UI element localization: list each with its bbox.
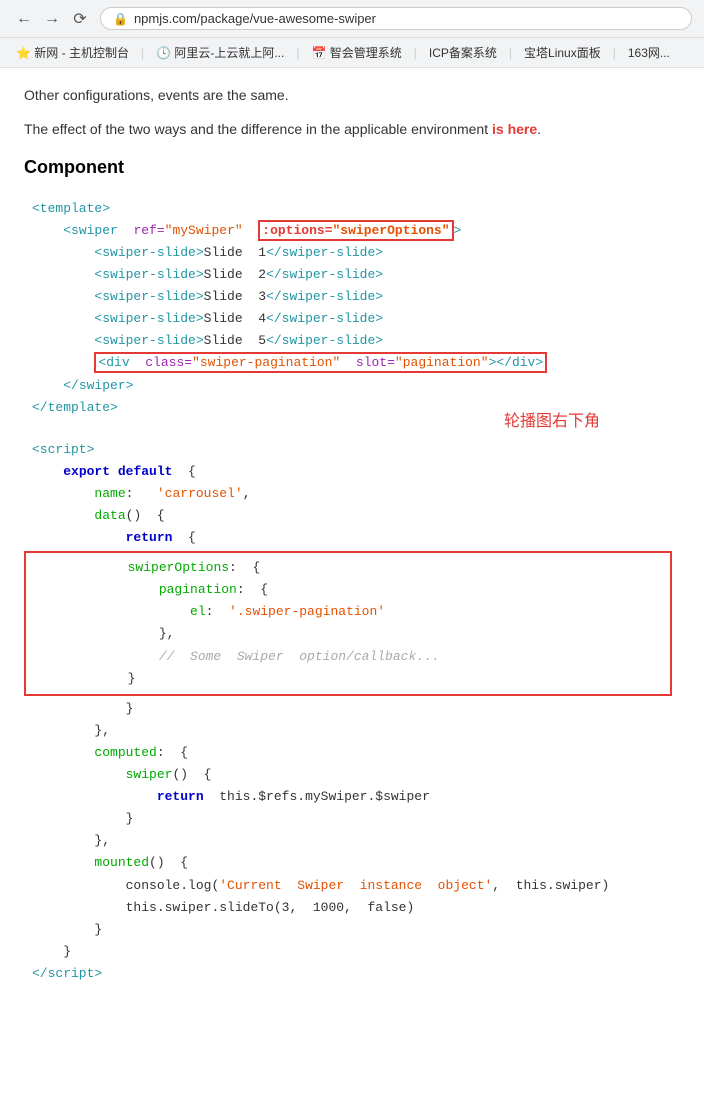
nav-buttons: ← → ⟳ (12, 7, 92, 31)
code-wrapper: <template> <swiper ref="mySwiper" :optio… (24, 190, 680, 993)
address-bar[interactable]: 🔒 npmjs.com/package/vue-awesome-swiper (100, 7, 692, 30)
browser-toolbar: ← → ⟳ 🔒 npmjs.com/package/vue-awesome-sw… (0, 0, 704, 38)
code-line-8: <div class="swiper-pagination" slot="pag… (24, 352, 680, 374)
script-line-slideto: this.swiper.slideTo(3, 1000, false) (24, 897, 680, 919)
script-line-4: data() { (24, 505, 680, 527)
intro-text-1: Other configurations, events are the sam… (24, 84, 680, 106)
bookmark-1[interactable]: ⭐ 新网 - 主机控制台 (8, 42, 137, 63)
intro-text-2: The effect of the two ways and the diffe… (24, 118, 680, 140)
script-line-obj-close: } (24, 941, 680, 963)
template-code-block: <template> <swiper ref="mySwiper" :optio… (24, 190, 680, 427)
code-line-6: <swiper-slide>Slide 4</swiper-slide> (24, 308, 680, 330)
code-line-7: <swiper-slide>Slide 5</swiper-slide> (24, 330, 680, 352)
script-line-close2: }, (24, 720, 680, 742)
option-line-5: // Some Swiper option/callback... (34, 646, 662, 668)
code-line-2: <swiper ref="mySwiper" :options="swiperO… (24, 220, 680, 242)
script-code-block: <script> export default { name: 'carrous… (24, 431, 680, 993)
code-line-9: </swiper> (24, 375, 680, 397)
script-line-computed: computed: { (24, 742, 680, 764)
script-line-return: return this.$refs.mySwiper.$swiper (24, 786, 680, 808)
swiper-options-box: swiperOptions: { pagination: { el: '.swi… (24, 551, 672, 696)
script-line-3: name: 'carrousel', (24, 483, 680, 505)
script-line-mounted-close: } (24, 919, 680, 941)
reload-button[interactable]: ⟳ (68, 7, 92, 31)
bookmark-3[interactable]: 📅 智会管理系统 (303, 42, 409, 63)
script-line-computed-close: }, (24, 830, 680, 852)
script-line-1: <script> (24, 439, 680, 461)
intro2-before: The effect of the two ways and the diffe… (24, 121, 492, 137)
lock-icon: 🔒 (113, 12, 128, 26)
script-end: </script> (24, 963, 680, 985)
bookmark-6[interactable]: 163网... (620, 42, 678, 63)
code-line-3: <swiper-slide>Slide 1</swiper-slide> (24, 242, 680, 264)
is-here-link[interactable]: is here (492, 121, 537, 137)
option-line-1: swiperOptions: { (34, 557, 662, 579)
option-line-2: pagination: { (34, 579, 662, 601)
forward-button[interactable]: → (40, 7, 64, 31)
script-line-2: export default { (24, 461, 680, 483)
bookmark-2[interactable]: 🕓 阿里云-上云就上阿... (148, 42, 292, 63)
code-line-4: <swiper-slide>Slide 2</swiper-slide> (24, 264, 680, 286)
code-line-1: <template> (24, 198, 680, 220)
option-line-3: el: '.swiper-pagination' (34, 601, 662, 623)
script-line-5: return { (24, 527, 680, 549)
option-line-6: } (34, 668, 662, 690)
back-button[interactable]: ← (12, 7, 36, 31)
bookmark-5[interactable]: 宝塔Linux面板 (516, 42, 609, 63)
bookmark-4[interactable]: ICP备案系统 (421, 42, 505, 63)
page-content: Other configurations, events are the sam… (0, 68, 704, 1009)
url-text: npmjs.com/package/vue-awesome-swiper (134, 11, 376, 26)
code-line-5: <swiper-slide>Slide 3</swiper-slide> (24, 286, 680, 308)
script-line-swiper-fn: swiper() { (24, 764, 680, 786)
section-title: Component (24, 157, 680, 178)
annotation-line1: 轮播图右下角 (504, 413, 600, 430)
option-line-4: }, (34, 623, 662, 645)
script-line-close1: } (24, 698, 680, 720)
intro2-after: . (537, 121, 541, 137)
script-line-fn-close: } (24, 808, 680, 830)
bookmarks-bar: ⭐ 新网 - 主机控制台 | 🕓 阿里云-上云就上阿... | 📅 智会管理系统… (0, 38, 704, 68)
script-line-console: console.log('Current Swiper instance obj… (24, 875, 680, 897)
script-line-mounted: mounted() { (24, 852, 680, 874)
